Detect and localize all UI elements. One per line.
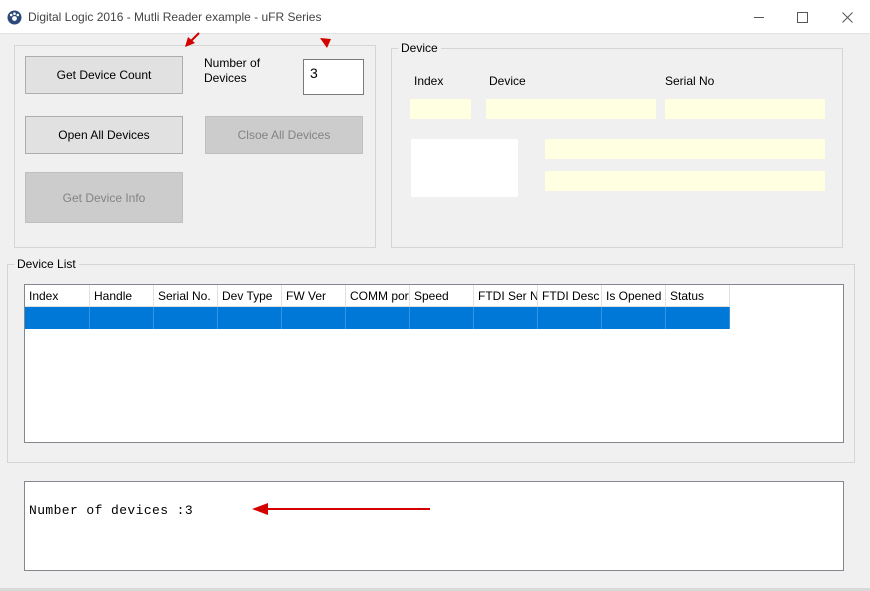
table-cell [218,307,282,329]
maximize-icon [796,11,808,23]
device-list-view[interactable]: Index Handle Serial No. Dev Type FW Ver … [24,284,844,443]
maximize-button[interactable] [779,0,825,34]
column-header-comm-port[interactable]: COMM port [346,285,410,307]
column-header-handle[interactable]: Handle [90,285,154,307]
column-header-status[interactable]: Status [666,285,730,307]
device-group-title: Device [398,41,441,55]
number-of-devices-label: Number of Devices [204,56,261,85]
table-cell [474,307,538,329]
table-cell [666,307,730,329]
column-header-ftdi-ser-no[interactable]: FTDI Ser No [474,285,538,307]
title-bar: Digital Logic 2016 - Mutli Reader exampl… [0,0,870,34]
column-header-index[interactable]: Index [25,285,90,307]
table-cell [346,307,410,329]
table-cell [90,307,154,329]
column-header-ftdi-desc[interactable]: FTDI Desc [538,285,602,307]
column-header-fw-ver[interactable]: FW Ver [282,285,346,307]
table-cell [602,307,666,329]
window-title: Digital Logic 2016 - Mutli Reader exampl… [28,10,322,24]
device-list-title: Device List [14,257,79,271]
close-icon [841,11,853,23]
console-text: Number of devices :3 [29,503,194,518]
table-cell [154,307,218,329]
column-header-dev-type[interactable]: Dev Type [218,285,282,307]
console-output[interactable]: Number of devices :3 [24,481,844,571]
column-header-is-opened[interactable]: Is Opened [602,285,666,307]
open-all-devices-button[interactable]: Open All Devices [25,116,183,154]
list-header: Index Handle Serial No. Dev Type FW Ver … [25,285,730,307]
close-button[interactable] [824,0,870,34]
device-info-field-2[interactable] [545,171,825,191]
device-info-field-1[interactable] [545,139,825,159]
table-cell [410,307,474,329]
table-cell [538,307,602,329]
index-field[interactable] [410,99,471,119]
table-row[interactable] [25,307,730,329]
column-header-serial-no[interactable]: Serial No. [154,285,218,307]
minimize-icon [754,17,764,18]
table-cell [25,307,90,329]
column-header-speed[interactable]: Speed [410,285,474,307]
get-device-info-button[interactable]: Get Device Info [25,172,183,223]
device-count-field[interactable]: 3 [303,59,364,95]
get-device-count-button[interactable]: Get Device Count [25,56,183,94]
device-field[interactable] [486,99,656,119]
close-all-devices-button[interactable]: Clsoe All Devices [205,116,363,154]
index-label: Index [414,74,444,88]
app-icon [7,10,22,25]
minimize-button[interactable] [736,0,782,34]
serial-no-label: Serial No [665,74,715,88]
device-label: Device [489,74,526,88]
table-cell [282,307,346,329]
device-image-box [411,139,518,197]
serial-no-field[interactable] [665,99,825,119]
